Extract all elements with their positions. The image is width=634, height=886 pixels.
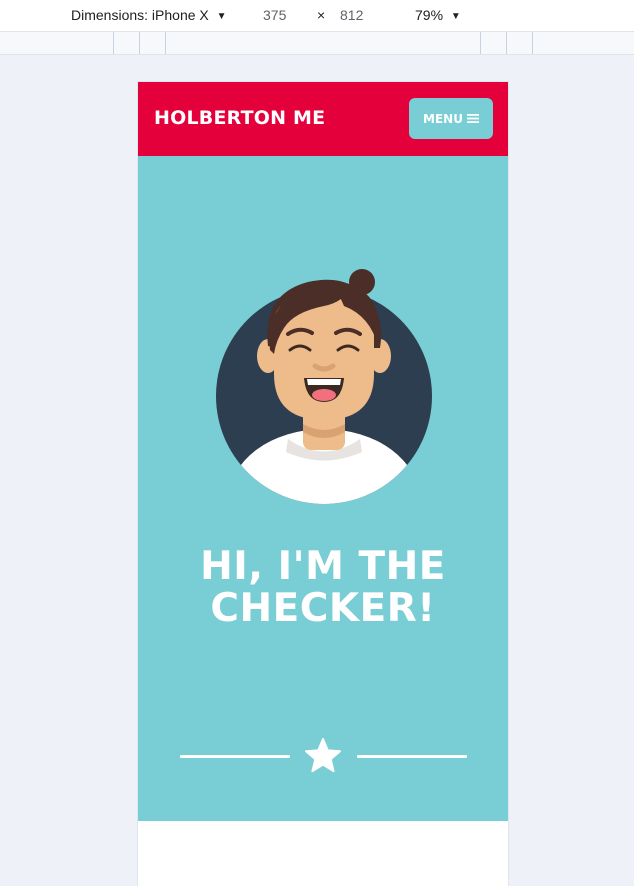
headline-line-1: HI, I'M THE: [200, 544, 446, 589]
hero-headline: HI, I'M THE CHECKER!: [138, 546, 508, 630]
ruler-tick[interactable]: [506, 32, 507, 54]
device-label: Dimensions: iPhone X: [71, 7, 209, 23]
hamburger-icon: [466, 114, 479, 123]
ruler-tick[interactable]: [113, 32, 114, 54]
ruler-tick[interactable]: [139, 32, 140, 54]
device-viewport: HOLBERTON ME MENU HI, I'M THE CHECKER!: [138, 82, 508, 886]
zoom-label: 79%: [415, 7, 444, 23]
star-icon: [305, 738, 341, 773]
chevron-down-icon: ▼: [216, 11, 227, 22]
avatar-illustration: [216, 269, 432, 504]
divider-line-left: [180, 755, 290, 758]
device-selector[interactable]: Dimensions: iPhone X ▼: [71, 7, 227, 23]
next-section: [138, 821, 508, 886]
hero-section: HI, I'M THE CHECKER!: [138, 156, 508, 821]
headline-line-2: CHECKER!: [210, 586, 436, 631]
zoom-selector[interactable]: 79% ▼: [415, 7, 461, 23]
star-divider: [138, 734, 508, 774]
site-brand[interactable]: HOLBERTON ME: [154, 107, 325, 129]
dimension-separator: ×: [317, 7, 326, 23]
height-input[interactable]: 812: [340, 7, 363, 23]
divider-line-right: [357, 755, 467, 758]
avatar: [212, 254, 438, 504]
devtools-toolbar: Dimensions: iPhone X ▼ 375 × 812 79% ▼: [0, 0, 634, 32]
menu-label: MENU: [423, 111, 463, 126]
ruler-tick[interactable]: [165, 32, 166, 54]
ruler-tick[interactable]: [532, 32, 533, 54]
ruler-tick[interactable]: [480, 32, 481, 54]
media-query-ruler: [0, 32, 634, 55]
site-header: HOLBERTON ME MENU: [138, 82, 508, 156]
width-input[interactable]: 375: [263, 7, 286, 23]
chevron-down-icon: ▼: [450, 11, 461, 22]
menu-button[interactable]: MENU: [409, 98, 493, 139]
